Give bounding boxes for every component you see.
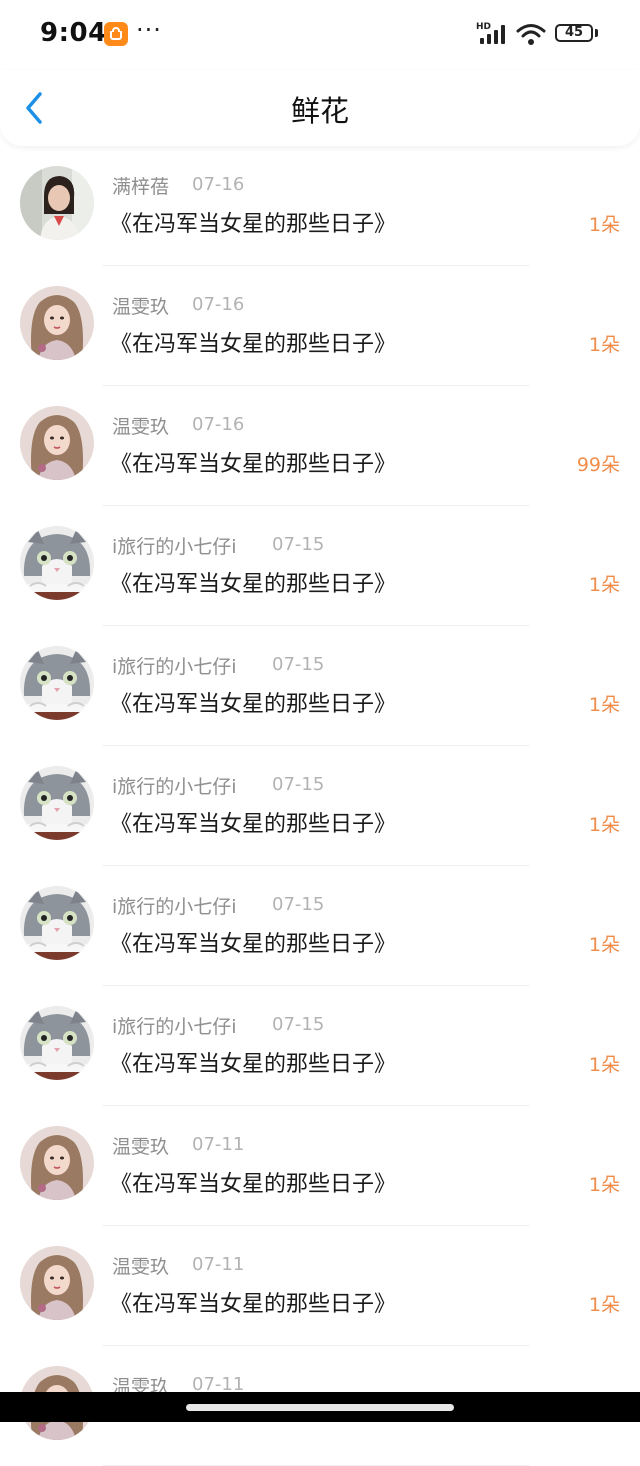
list-item[interactable]: i旅行的小七仔i 07-15 《在冯军当女星的那些日子》 1朵 — [0, 626, 640, 746]
record-date: 07-16 — [192, 174, 245, 195]
flower-count: 1朵 — [588, 694, 620, 716]
list-item[interactable]: i旅行的小七仔i 07-15 《在冯军当女星的那些日子》 1朵 — [0, 506, 640, 626]
book-title[interactable]: 《在冯军当女星的那些日子》 — [110, 326, 396, 358]
gesture-bar — [0, 1392, 640, 1422]
avatar[interactable] — [20, 1006, 94, 1080]
book-title[interactable]: 《在冯军当女星的那些日子》 — [110, 1166, 396, 1198]
status-time: 9:04 — [40, 18, 107, 48]
user-name[interactable]: 温雯玖 — [112, 1132, 169, 1159]
signal-icon — [480, 25, 505, 44]
avatar[interactable] — [20, 646, 94, 720]
list-item[interactable]: 温雯玖 07-11 《在冯军当女星的那些日子》 1朵 — [0, 1106, 640, 1226]
book-title[interactable]: 《在冯军当女星的那些日子》 — [110, 446, 396, 478]
user-name[interactable]: 温雯玖 — [112, 292, 169, 319]
nav-bar: 鲜花 — [0, 70, 640, 146]
flower-count: 1朵 — [588, 574, 620, 596]
list-item[interactable]: i旅行的小七仔i 07-15 《在冯军当女星的那些日子》 1朵 — [0, 866, 640, 986]
battery-tip — [595, 29, 598, 37]
avatar[interactable] — [20, 1126, 94, 1200]
book-title[interactable]: 《在冯军当女星的那些日子》 — [110, 686, 396, 718]
user-name[interactable]: 温雯玖 — [112, 412, 169, 439]
avatar[interactable] — [20, 406, 94, 480]
list-item[interactable]: i旅行的小七仔i 07-15 《在冯军当女星的那些日子》 1朵 — [0, 986, 640, 1106]
avatar[interactable] — [20, 886, 94, 960]
book-title[interactable]: 《在冯军当女星的那些日子》 — [110, 1286, 396, 1318]
user-name[interactable]: i旅行的小七仔i — [112, 652, 237, 679]
record-date: 07-15 — [272, 774, 325, 795]
avatar[interactable] — [20, 166, 94, 240]
home-indicator[interactable] — [186, 1404, 454, 1411]
record-date: 07-15 — [272, 534, 325, 555]
list-item[interactable]: 温雯玖 07-16 《在冯军当女星的那些日子》 1朵 — [0, 266, 640, 386]
page-title: 鲜花 — [290, 94, 349, 128]
flower-count: 1朵 — [588, 1174, 620, 1196]
user-name[interactable]: i旅行的小七仔i — [112, 1012, 237, 1039]
book-title[interactable]: 《在冯军当女星的那些日子》 — [110, 566, 396, 598]
flower-count: 1朵 — [588, 934, 620, 956]
avatar[interactable] — [20, 766, 94, 840]
avatar[interactable] — [20, 526, 94, 600]
record-date: 07-15 — [272, 894, 325, 915]
record-date: 07-11 — [192, 1134, 245, 1155]
book-title[interactable]: 《在冯军当女星的那些日子》 — [110, 806, 396, 838]
flower-count: 1朵 — [588, 1054, 620, 1076]
list-item[interactable]: 温雯玖 07-11 《在冯军当女星的那些日子》 1朵 — [0, 1226, 640, 1346]
record-date: 07-16 — [192, 294, 245, 315]
status-bar: 9:04 ··· HD 45 — [0, 0, 640, 70]
flower-record-list: 满梓蓓 07-16 《在冯军当女星的那些日子》 1朵 温雯玖 07-16 《在冯军当女星的那… — [0, 146, 640, 1466]
user-name[interactable]: 满梓蓓 — [112, 172, 169, 199]
flower-count: 1朵 — [588, 1294, 620, 1316]
record-date: 07-16 — [192, 414, 245, 435]
book-title[interactable]: 《在冯军当女星的那些日子》 — [110, 206, 396, 238]
user-name[interactable]: i旅行的小七仔i — [112, 772, 237, 799]
more-notifications-icon: ··· — [136, 16, 162, 44]
list-item[interactable]: 温雯玖 07-16 《在冯军当女星的那些日子》 99朵 — [0, 386, 640, 506]
flower-count: 1朵 — [588, 814, 620, 836]
record-date: 07-11 — [192, 1254, 245, 1275]
user-name[interactable]: i旅行的小七仔i — [112, 532, 237, 559]
battery-icon: 45 — [555, 24, 593, 42]
flower-count: 1朵 — [588, 214, 620, 236]
record-date: 07-15 — [272, 1014, 325, 1035]
avatar[interactable] — [20, 286, 94, 360]
book-title[interactable]: 《在冯军当女星的那些日子》 — [110, 926, 396, 958]
book-title[interactable]: 《在冯军当女星的那些日子》 — [110, 1046, 396, 1078]
shopping-app-icon — [104, 22, 128, 46]
avatar[interactable] — [20, 1246, 94, 1320]
user-name[interactable]: 温雯玖 — [112, 1252, 169, 1279]
flower-count: 99朵 — [576, 454, 620, 476]
record-date: 07-15 — [272, 654, 325, 675]
wifi-icon — [516, 24, 546, 45]
list-item[interactable]: 满梓蓓 07-16 《在冯军当女星的那些日子》 1朵 — [0, 146, 640, 266]
list-item[interactable]: i旅行的小七仔i 07-15 《在冯军当女星的那些日子》 1朵 — [0, 746, 640, 866]
user-name[interactable]: i旅行的小七仔i — [112, 892, 237, 919]
flower-count: 1朵 — [588, 334, 620, 356]
